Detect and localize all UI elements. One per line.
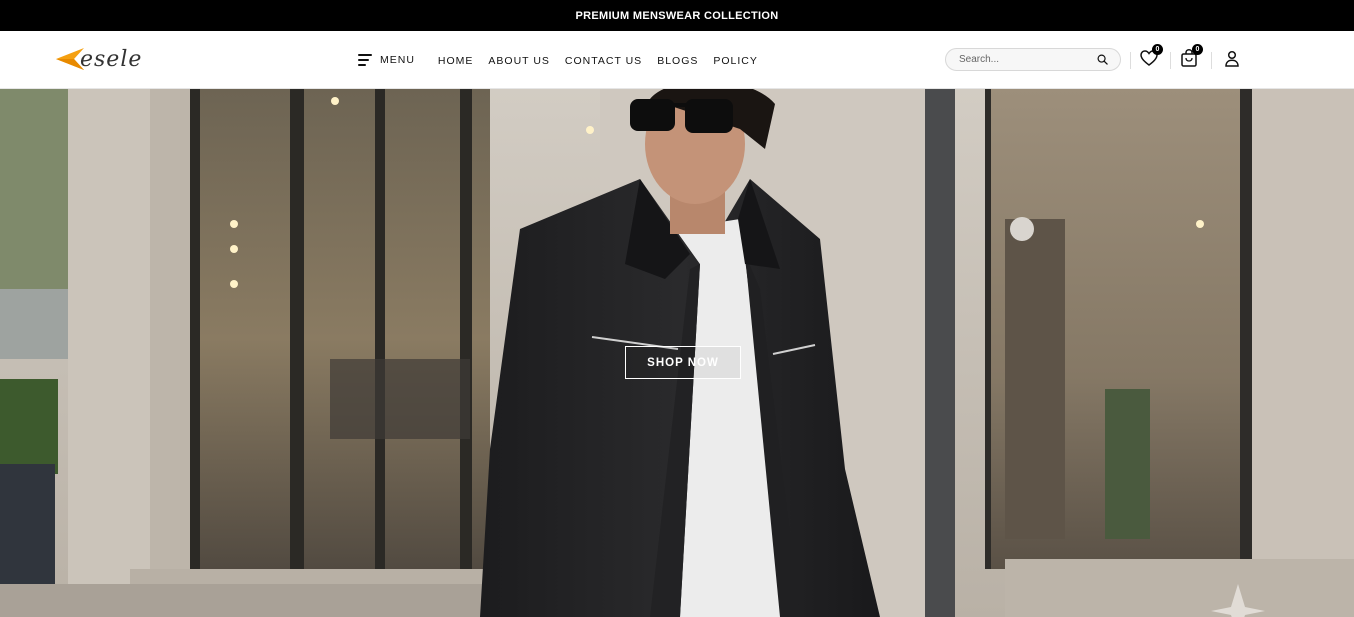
nav-home[interactable]: HOME xyxy=(438,55,474,67)
menu-label: MENU xyxy=(380,54,415,66)
user-icon xyxy=(1225,50,1239,67)
search-input[interactable] xyxy=(959,54,1089,65)
wishlist-button[interactable]: 0 xyxy=(1138,44,1163,69)
menu-icon xyxy=(358,54,372,66)
logo-k-icon xyxy=(56,48,84,70)
logo-text: esele xyxy=(80,46,143,72)
nav-blogs[interactable]: BLOGS xyxy=(657,55,698,67)
menu-button[interactable]: MENU xyxy=(358,54,415,66)
announcement-text: PREMIUM MENSWEAR COLLECTION xyxy=(575,9,779,22)
hero-banner: SHOP NOW xyxy=(0,89,1354,617)
announcement-bar: PREMIUM MENSWEAR COLLECTION xyxy=(0,0,1354,31)
account-button[interactable] xyxy=(1221,47,1243,69)
cart-button[interactable]: 0 xyxy=(1178,44,1203,69)
header-divider xyxy=(1130,52,1131,69)
nav-contact-us[interactable]: CONTACT US xyxy=(565,55,642,67)
search-icon[interactable] xyxy=(1097,54,1108,65)
shop-now-button[interactable]: SHOP NOW xyxy=(625,346,741,379)
search-bar xyxy=(945,48,1121,71)
nav-policy[interactable]: POLICY xyxy=(713,55,758,67)
header-divider xyxy=(1170,52,1171,69)
cart-count-badge: 0 xyxy=(1192,44,1203,55)
main-nav: MENU HOME ABOUT US CONTACT US BLOGS POLI… xyxy=(358,31,773,89)
nav-about-us[interactable]: ABOUT US xyxy=(488,55,549,67)
site-logo[interactable]: esele xyxy=(54,43,142,75)
site-header: esele MENU HOME ABOUT US CONTACT US BLOG… xyxy=(0,31,1354,89)
header-divider xyxy=(1211,52,1212,69)
wishlist-count-badge: 0 xyxy=(1152,44,1163,55)
